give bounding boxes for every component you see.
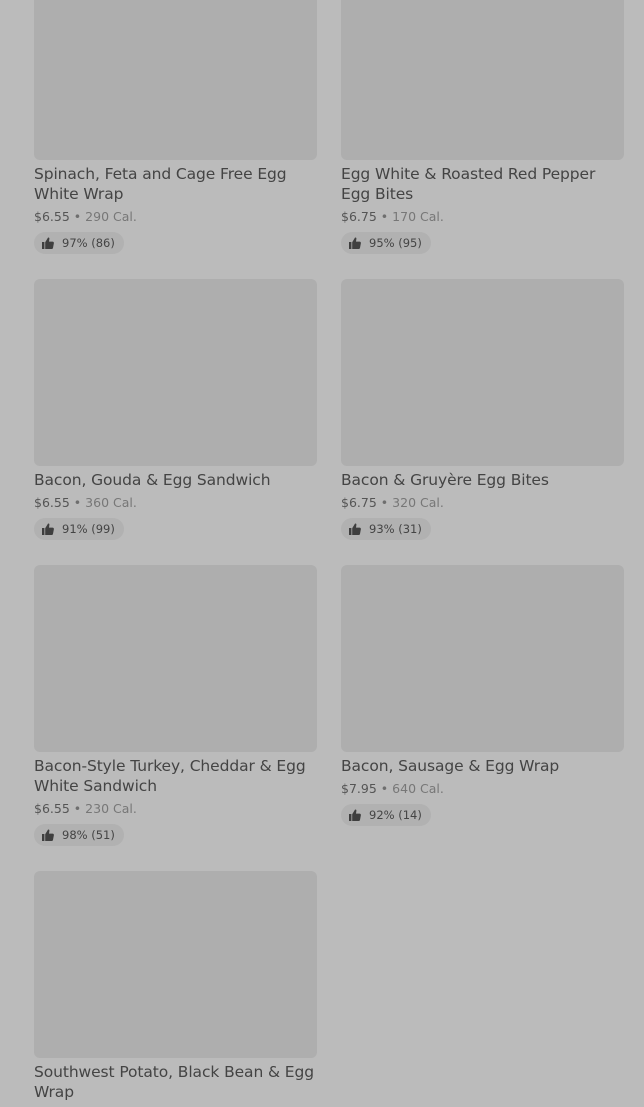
separator: • — [380, 781, 389, 796]
item-price-calories: $7.95 • 640 Cal. — [341, 781, 444, 797]
thumbs-up-icon — [42, 237, 54, 249]
item-calories: 230 Cal. — [85, 801, 137, 816]
rating-text: 95% (95) — [369, 236, 422, 250]
item-price: $6.75 — [341, 495, 377, 510]
item-price-calories: $6.75 • 320 Cal. — [341, 495, 444, 511]
rating-badge: 97% (86) — [34, 232, 124, 254]
item-price: $6.55 — [34, 801, 70, 816]
item-price: $7.95 — [341, 781, 377, 796]
item-price: $6.55 — [34, 209, 70, 224]
thumbs-up-icon — [349, 237, 361, 249]
rating-text: 98% (51) — [62, 828, 115, 842]
item-name[interactable]: Bacon-Style Turkey, Cheddar & Egg White … — [34, 756, 317, 796]
rating-text: 93% (31) — [369, 522, 422, 536]
item-image[interactable] — [34, 565, 317, 752]
thumbs-up-icon — [349, 809, 361, 821]
item-price-calories: $6.75 • 170 Cal. — [341, 209, 444, 225]
rating-badge: 92% (14) — [341, 804, 431, 826]
item-calories: 640 Cal. — [392, 781, 444, 796]
item-image[interactable] — [34, 0, 317, 160]
item-price: $6.55 — [34, 495, 70, 510]
item-calories: 290 Cal. — [85, 209, 137, 224]
item-image[interactable] — [341, 0, 624, 160]
rating-badge: 98% (51) — [34, 824, 124, 846]
item-calories: 360 Cal. — [85, 495, 137, 510]
item-image[interactable] — [341, 279, 624, 466]
thumbs-up-icon — [42, 829, 54, 841]
item-name[interactable]: Bacon, Gouda & Egg Sandwich — [34, 470, 317, 490]
item-price-calories: $6.55 • 360 Cal. — [34, 495, 137, 511]
item-calories: 170 Cal. — [392, 209, 444, 224]
rating-text: 97% (86) — [62, 236, 115, 250]
rating-text: 92% (14) — [369, 808, 422, 822]
item-name[interactable]: Bacon & Gruyère Egg Bites — [341, 470, 624, 490]
item-price-calories: $6.55 • 290 Cal. — [34, 209, 137, 225]
item-name[interactable]: Bacon, Sausage & Egg Wrap — [341, 756, 624, 776]
item-name[interactable]: Southwest Potato, Black Bean & Egg Wrap — [34, 1062, 317, 1102]
item-name[interactable]: Spinach, Feta and Cage Free Egg White Wr… — [34, 164, 317, 204]
item-price: $6.75 — [341, 209, 377, 224]
item-calories: 320 Cal. — [392, 495, 444, 510]
item-price-calories: $6.55 • 230 Cal. — [34, 801, 137, 817]
thumbs-up-icon — [42, 523, 54, 535]
separator: • — [380, 495, 389, 510]
thumbs-up-icon — [349, 523, 361, 535]
item-image[interactable] — [34, 279, 317, 466]
separator: • — [73, 209, 82, 224]
separator: • — [73, 801, 82, 816]
item-name[interactable]: Egg White & Roasted Red Pepper Egg Bites — [341, 164, 624, 204]
rating-text: 91% (99) — [62, 522, 115, 536]
separator: • — [380, 209, 389, 224]
rating-badge: 95% (95) — [341, 232, 431, 254]
rating-badge: 93% (31) — [341, 518, 431, 540]
rating-badge: 91% (99) — [34, 518, 124, 540]
separator: • — [73, 495, 82, 510]
item-image[interactable] — [341, 565, 624, 752]
item-image[interactable] — [34, 871, 317, 1058]
